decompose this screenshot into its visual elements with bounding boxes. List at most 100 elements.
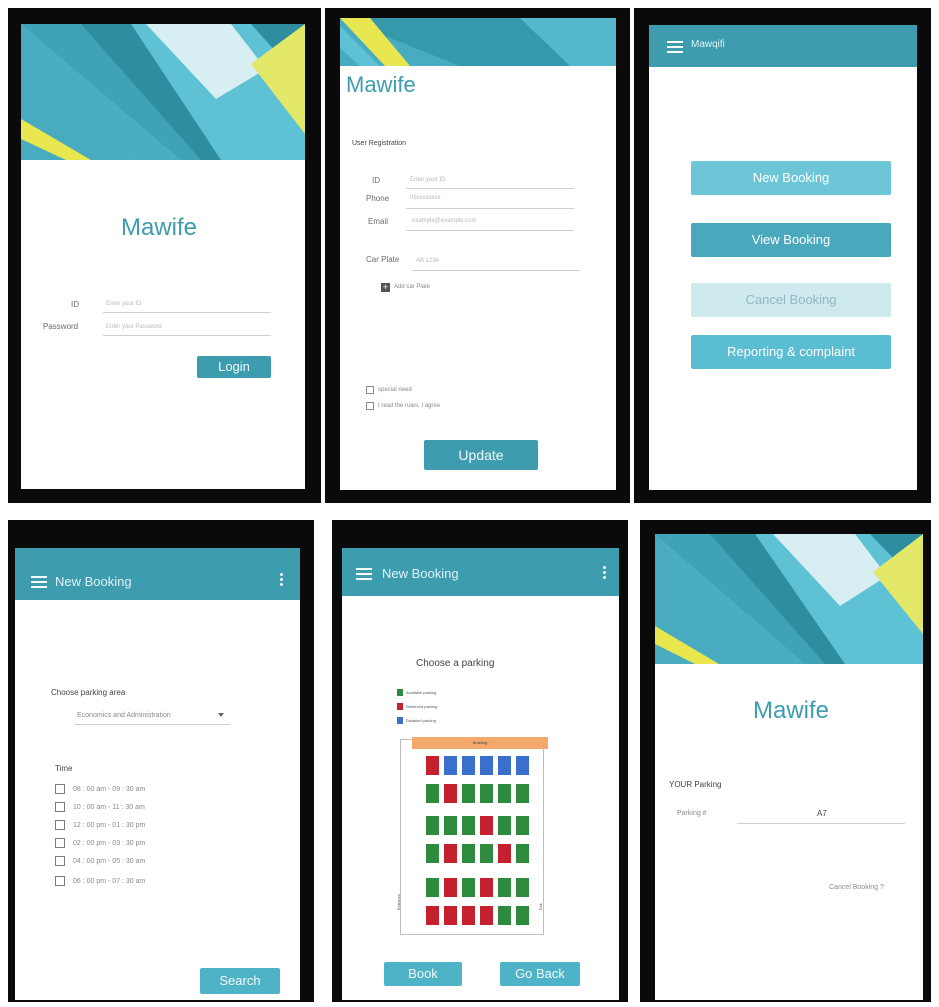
parking-slot-available[interactable] [516,844,529,863]
parking-slot-available[interactable] [444,816,457,835]
parking-slot-disabled [480,756,493,775]
your-parking-screen: Mawife YOUR Parking Parking # A7 Cancel … [655,534,923,1000]
parking-slot-available[interactable] [426,844,439,863]
add-car-plate-label[interactable]: Add car Plate [394,284,430,290]
id-input[interactable]: Enter your ID [106,301,141,307]
parking-slot-disabled [498,756,511,775]
id-input[interactable]: Enter your ID [410,177,445,183]
id-label: ID [71,300,79,309]
parking-slot-available[interactable] [462,784,475,803]
book-button[interactable]: Book [384,962,462,986]
time-slot-checkbox[interactable] [55,876,65,886]
time-slot-label: 12 : 00 pm - 01 : 30 pm [73,822,146,829]
parking-slot-disabled [516,756,529,775]
screen-title: New Booking [55,574,132,589]
parking-slot-reserved [444,784,457,803]
parking-slot-reserved [480,816,493,835]
time-slot-label: 04 : 00 pm - 05 : 30 am [73,858,146,865]
parking-slot-available[interactable] [498,816,511,835]
email-underline [406,230,574,231]
id-underline [406,188,574,189]
parking-slot-available[interactable] [462,816,475,835]
password-underline [103,335,271,336]
parking-slot-available[interactable] [426,878,439,897]
time-slot-checkbox[interactable] [55,838,65,848]
brand-title: Mawife [753,697,830,724]
header-banner [340,18,616,66]
parking-slot-available[interactable] [498,784,511,803]
new-booking-screen: New Booking Choose parking area Economic… [15,548,300,1000]
screen-title: New Booking [382,566,459,581]
registration-screen: Mawife User Registration ID Enter your I… [340,18,616,490]
app-bar: New Booking [15,548,300,600]
agree-label: I read the rules, I agree [378,403,441,409]
building-block: Building [412,737,548,749]
parking-slot-available[interactable] [480,844,493,863]
add-car-plate-icon[interactable]: + [381,283,390,292]
search-button[interactable]: Search [200,968,280,994]
parking-slot-available[interactable] [516,784,529,803]
time-slot-label: 10 : 00 am - 11 : 30 am [73,804,145,811]
car-plate-input[interactable]: AB 1234 [416,258,439,264]
hamburger-menu-icon[interactable] [31,576,47,588]
agree-checkbox[interactable] [366,402,374,410]
legend-disabled-label: Disabled parking [406,718,436,723]
app-bar: New Booking [342,548,619,596]
parking-slot-available[interactable] [516,816,529,835]
chevron-down-icon[interactable] [218,713,224,717]
go-back-button[interactable]: Go Back [500,962,580,986]
id-underline [103,312,271,313]
legend-available-swatch [397,689,403,696]
login-button[interactable]: Login [197,356,271,378]
cancel-booking-link[interactable]: Cancel Booking ? [829,884,884,891]
parking-slot-available[interactable] [426,784,439,803]
phone-label: Phone [366,194,390,203]
parking-slot-reserved [426,756,439,775]
parking-slot-available[interactable] [516,906,529,925]
parking-slot-reserved [444,906,457,925]
cancel-booking-button[interactable]: Cancel Booking [691,283,891,317]
choose-area-label: Choose parking area [51,688,126,697]
time-slot-checkbox[interactable] [55,820,65,830]
more-options-icon[interactable] [280,573,284,588]
view-booking-button[interactable]: View Booking [691,223,891,257]
app-title: Mawqifi [691,39,725,50]
hamburger-menu-icon[interactable] [667,41,683,53]
menu-screen: Mawqifi New Booking View Booking Cancel … [649,25,917,490]
parking-slot-available[interactable] [462,878,475,897]
parking-slot-available[interactable] [462,844,475,863]
parking-slot-available[interactable] [480,784,493,803]
time-slot-label: 08 : 00 am - 09 : 30 am [73,786,146,793]
new-booking-button[interactable]: New Booking [691,161,891,195]
header-banner [655,534,923,664]
legend-reserved-label: Reserved parking [406,704,438,709]
parking-slot-available[interactable] [498,906,511,925]
exit-label: Exit [538,903,543,910]
time-slot-checkbox[interactable] [55,784,65,794]
special-need-checkbox[interactable] [366,386,374,394]
password-input[interactable]: Enter your Password [106,324,162,330]
parking-slot-reserved [462,906,475,925]
reporting-button[interactable]: Reporting & complaint [691,335,891,369]
time-slot-checkbox[interactable] [55,856,65,866]
car-plate-underline [412,270,580,271]
your-parking-heading: YOUR Parking [669,780,722,789]
time-slot-checkbox[interactable] [55,802,65,812]
choose-parking-screen: New Booking Choose a parking Available p… [342,548,619,1000]
password-label: Password [43,322,79,331]
parking-slot-reserved [480,906,493,925]
parking-slot-available[interactable] [498,878,511,897]
email-input[interactable]: example@example.com [412,218,476,224]
entrance-label: Entrance [396,893,401,910]
phone-input[interactable]: 05xxxxxxxx [410,195,441,201]
parking-slot-reserved [444,878,457,897]
update-button[interactable]: Update [424,440,538,470]
area-select[interactable]: Economics and Administration [77,712,171,719]
more-options-icon[interactable] [603,566,607,581]
hamburger-menu-icon[interactable] [356,568,372,580]
parking-slot-available[interactable] [426,816,439,835]
parking-slot-available[interactable] [516,878,529,897]
brand-title: Mawife [346,72,416,97]
parking-slot-reserved [480,878,493,897]
parking-underline [737,823,905,824]
